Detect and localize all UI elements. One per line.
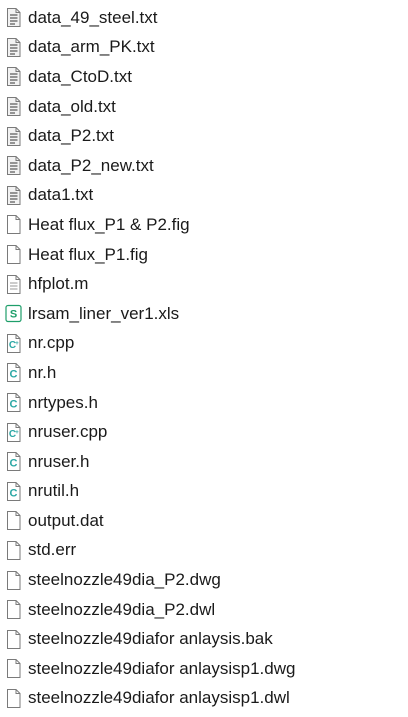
file-name: Heat flux_P1 & P2.fig [28,214,190,234]
file-name: nrtypes.h [28,392,98,412]
text-file-icon [5,37,22,57]
file-name: data_CtoD.txt [28,66,132,86]
file-item[interactable]: Cnrutil.h [0,477,408,507]
text-file-icon [5,126,22,146]
svg-text:+: + [15,341,19,347]
text-file-icon [5,67,22,87]
header-file-icon: C [5,481,22,501]
file-name: steelnozzle49diafor anlaysis.bak [28,629,273,649]
svg-text:S: S [10,309,17,321]
svg-text:C: C [10,369,18,381]
file-name: nruser.h [28,451,90,471]
file-name: data_P2.txt [28,126,115,146]
file-item[interactable]: data_CtoD.txt [0,62,408,92]
file-item[interactable]: C + nr.cpp [0,329,408,359]
file-name: data_49_steel.txt [28,7,158,27]
file-item[interactable]: data_P2.txt [0,121,408,151]
file-item[interactable]: Cnrtypes.h [0,388,408,418]
file-list: data_49_steel.txt data_arm_PK.txt data_Cto… [0,3,408,713]
blank-file-icon [5,659,22,679]
file-item[interactable]: steelnozzle49diafor anlaysisp1.dwg [0,654,408,684]
svg-text:C: C [10,487,18,499]
file-name: steelnozzle49diafor anlaysisp1.dwl [28,688,290,708]
blank-file-icon [5,688,22,708]
blank-file-icon [5,600,22,620]
file-item[interactable]: steelnozzle49dia_P2.dwg [0,565,408,595]
file-item[interactable]: Cnr.h [0,358,408,388]
svg-text:C: C [10,399,18,411]
file-name: output.dat [28,510,104,530]
file-name: data1.txt [28,185,94,205]
header-file-icon: C [5,363,22,383]
file-item[interactable]: steelnozzle49diafor anlaysisp1.dwl [0,684,408,714]
blank-file-icon [5,511,22,531]
file-item[interactable]: C + nruser.cpp [0,417,408,447]
file-item[interactable]: data_old.txt [0,92,408,122]
file-name: Heat flux_P1.fig [28,244,149,264]
file-name: std.err [28,540,77,560]
file-item[interactable]: steelnozzle49diafor anlaysis.bak [0,624,408,654]
lined-file-icon [5,274,22,294]
file-item[interactable]: data1.txt [0,181,408,211]
text-file-icon [5,156,22,176]
file-item[interactable]: data_P2_new.txt [0,151,408,181]
file-item[interactable]: Slrsam_liner_ver1.xls [0,299,408,329]
file-name: steelnozzle49dia_P2.dwl [28,599,216,619]
header-file-icon: C [5,452,22,472]
text-file-icon [5,8,22,28]
file-name: steelnozzle49diafor anlaysisp1.dwg [28,658,296,678]
blank-file-icon [5,540,22,560]
text-file-icon [5,97,22,117]
file-name: data_arm_PK.txt [28,37,155,57]
file-name: nrutil.h [28,481,80,501]
file-name: data_old.txt [28,96,116,116]
file-name: data_P2_new.txt [28,155,154,175]
svg-text:C: C [10,458,18,470]
text-file-icon [5,185,22,205]
file-name: nruser.cpp [28,422,108,442]
file-item[interactable]: hfplot.m [0,269,408,299]
file-name: hfplot.m [28,274,89,294]
blank-file-icon [5,629,22,649]
blank-file-icon [5,215,22,235]
blank-file-icon [5,245,22,265]
file-name: nr.h [28,362,57,382]
svg-text:+: + [15,430,19,436]
file-item[interactable]: Heat flux_P1 & P2.fig [0,210,408,240]
file-item[interactable]: std.err [0,536,408,566]
file-item[interactable]: data_49_steel.txt [0,3,408,33]
file-name: nr.cpp [28,333,75,353]
file-name: steelnozzle49dia_P2.dwg [28,570,221,590]
file-item[interactable]: data_arm_PK.txt [0,33,408,63]
file-name: lrsam_liner_ver1.xls [28,303,180,323]
file-item[interactable]: output.dat [0,506,408,536]
header-file-icon: C [5,393,22,413]
file-item[interactable]: steelnozzle49dia_P2.dwl [0,595,408,625]
cpp-file-icon: C + [5,422,22,442]
blank-file-icon [5,570,22,590]
file-item[interactable]: Heat flux_P1.fig [0,240,408,270]
spreadsheet-file-icon: S [5,304,22,324]
cpp-file-icon: C + [5,333,22,353]
file-item[interactable]: Cnruser.h [0,447,408,477]
